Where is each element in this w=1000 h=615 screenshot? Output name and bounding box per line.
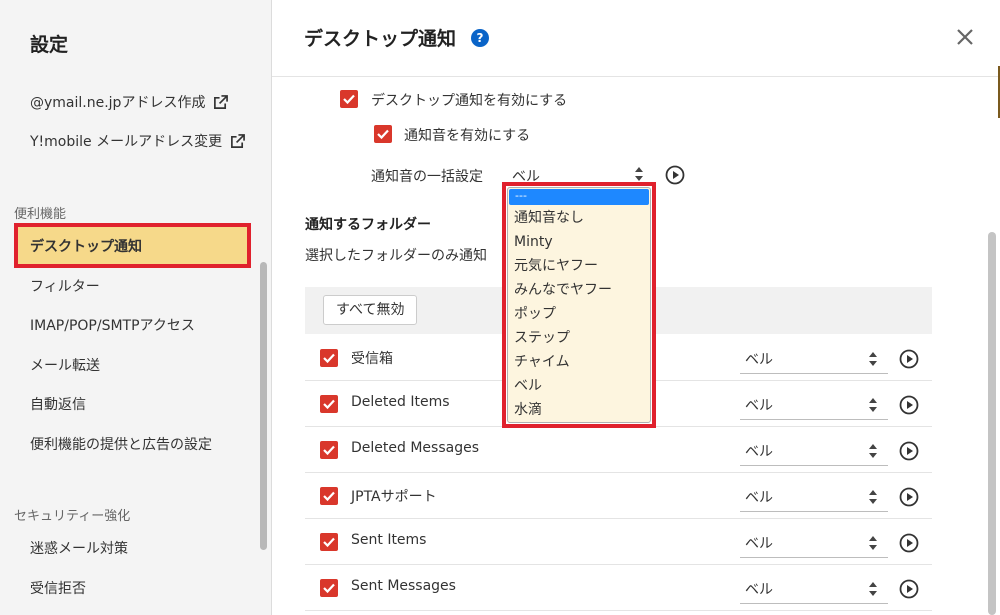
check-icon [377, 129, 389, 140]
dropdown-option[interactable]: ステップ [508, 326, 650, 350]
updown-arrow-icon [869, 398, 877, 412]
folder-checkbox[interactable] [320, 487, 338, 505]
dropdown-option[interactable]: Minty [508, 230, 650, 254]
enable-sound-checkbox[interactable] [374, 125, 392, 143]
dialog-title: デスクトップ通知 [304, 28, 457, 50]
play-sound-icon[interactable] [665, 165, 685, 185]
external-link-icon [214, 94, 229, 109]
sidebar-item-label: デスクトップ通知 [30, 238, 142, 255]
folder-sound-value: ベル [745, 490, 773, 506]
check-icon [323, 399, 335, 410]
folder-name: Deleted Messages [351, 440, 479, 456]
sidebar-link-label: @ymail.ne.jpアドレス作成 [30, 95, 206, 111]
sidebar-item-spam[interactable]: 迷惑メール対策 [30, 538, 128, 558]
dropdown-option[interactable]: 通知音なし [508, 206, 650, 230]
folder-name: Deleted Items [351, 394, 450, 410]
dropdown-option[interactable]: ベル [508, 374, 650, 398]
folder-sound-value: ベル [745, 582, 773, 598]
folders-heading: 通知するフォルダー [305, 217, 431, 233]
folder-row: JPTAサポート ベル [305, 473, 932, 519]
folders-description: 選択したフォルダーのみ通知 [305, 248, 487, 264]
help-icon[interactable]: ? [471, 29, 489, 47]
play-sound-icon[interactable] [899, 395, 919, 415]
sidebar-section-security: セキュリティー強化 [14, 509, 131, 524]
sidebar-item-filter[interactable]: フィルター [30, 276, 100, 296]
folder-sound-value: ベル [745, 444, 773, 460]
enable-sound-label: 通知音を有効にする [404, 128, 531, 144]
check-icon [343, 94, 355, 105]
sound-dropdown-options: --- 通知音なし Minty 元気にヤフー みんなでヤフー ポップ ステップ … [507, 187, 651, 423]
close-icon[interactable] [954, 26, 976, 48]
check-icon [323, 491, 335, 502]
updown-arrow-icon [869, 582, 877, 596]
disable-all-button[interactable]: すべて無効 [323, 295, 418, 325]
folder-checkbox[interactable] [320, 395, 338, 413]
play-sound-icon[interactable] [899, 579, 919, 599]
folder-row: Sent Messages ベル [305, 565, 932, 611]
sidebar-item-desktop-notification[interactable]: デスクトップ通知 [14, 223, 251, 268]
check-icon [323, 537, 335, 548]
dropdown-option[interactable]: ポップ [508, 302, 650, 326]
folder-name: Sent Items [351, 532, 427, 548]
folder-sound-select[interactable]: ベル [740, 573, 888, 604]
updown-arrow-icon [635, 167, 643, 181]
updown-arrow-icon [869, 536, 877, 550]
updown-arrow-icon [869, 490, 877, 504]
dropdown-option[interactable]: チャイム [508, 350, 650, 374]
check-icon [323, 353, 335, 364]
folder-name: Sent Messages [351, 578, 456, 594]
sidebar-item-forwarding[interactable]: メール転送 [30, 355, 100, 375]
dialog-header: デスクトップ通知 ? [272, 0, 998, 77]
folder-row: Sent Items ベル [305, 519, 932, 565]
dropdown-option[interactable]: --- [509, 189, 649, 205]
sidebar-item-imap[interactable]: IMAP/POP/SMTPアクセス [30, 315, 195, 335]
sidebar-item-ads-settings[interactable]: 便利機能の提供と広告の設定 [30, 434, 212, 454]
folder-sound-value: ベル [745, 536, 773, 552]
sidebar-link-ymobile-address[interactable]: Y!mobile メールアドレス変更 [30, 131, 246, 151]
play-sound-icon[interactable] [899, 533, 919, 553]
dropdown-option[interactable]: 元気にヤフー [508, 254, 650, 278]
folder-sound-value: ベル [745, 352, 773, 368]
dialog-scrollbar[interactable] [988, 232, 996, 615]
folder-sound-select[interactable]: ベル [740, 435, 888, 466]
enable-desktop-checkbox[interactable] [340, 90, 358, 108]
sidebar-link-ymail-address[interactable]: @ymail.ne.jpアドレス作成 [30, 92, 229, 112]
sidebar-title: 設定 [30, 34, 69, 56]
folder-name: 受信箱 [351, 351, 393, 367]
sidebar-item-auto-reply[interactable]: 自動返信 [30, 394, 86, 414]
sidebar-section-convenience: 便利機能 [14, 207, 67, 222]
bulk-sound-label: 通知音の一括設定 [371, 169, 483, 185]
check-icon [323, 445, 335, 456]
check-icon [323, 583, 335, 594]
updown-arrow-icon [869, 352, 877, 366]
folder-sound-select[interactable]: ベル [740, 389, 888, 420]
sidebar-link-label: Y!mobile メールアドレス変更 [30, 134, 223, 150]
folder-checkbox[interactable] [320, 579, 338, 597]
enable-desktop-label: デスクトップ通知を有効にする [371, 93, 568, 109]
folder-row: Deleted Messages ベル [305, 427, 932, 473]
settings-sidebar: 設定 @ymail.ne.jpアドレス作成 Y!mobile メールアドレス変更… [0, 0, 272, 615]
play-sound-icon[interactable] [899, 349, 919, 369]
folder-sound-select[interactable]: ベル [740, 481, 888, 512]
dropdown-option[interactable]: みんなでヤフー [508, 278, 650, 302]
play-sound-icon[interactable] [899, 487, 919, 507]
dropdown-option[interactable]: 水滴 [508, 398, 650, 422]
folder-sound-value: ベル [745, 398, 773, 414]
folder-sound-select[interactable]: ベル [740, 527, 888, 558]
updown-arrow-icon [869, 444, 877, 458]
folder-name: JPTAサポート [351, 489, 437, 505]
folder-checkbox[interactable] [320, 349, 338, 367]
sound-dropdown-list: --- 通知音なし Minty 元気にヤフー みんなでヤフー ポップ ステップ … [502, 182, 656, 428]
external-link-icon [231, 133, 246, 148]
sidebar-item-block[interactable]: 受信拒否 [30, 578, 86, 598]
play-sound-icon[interactable] [899, 441, 919, 461]
folder-sound-select[interactable]: ベル [740, 343, 888, 374]
folder-checkbox[interactable] [320, 533, 338, 551]
sidebar-scrollbar[interactable] [260, 262, 267, 550]
folder-checkbox[interactable] [320, 441, 338, 459]
